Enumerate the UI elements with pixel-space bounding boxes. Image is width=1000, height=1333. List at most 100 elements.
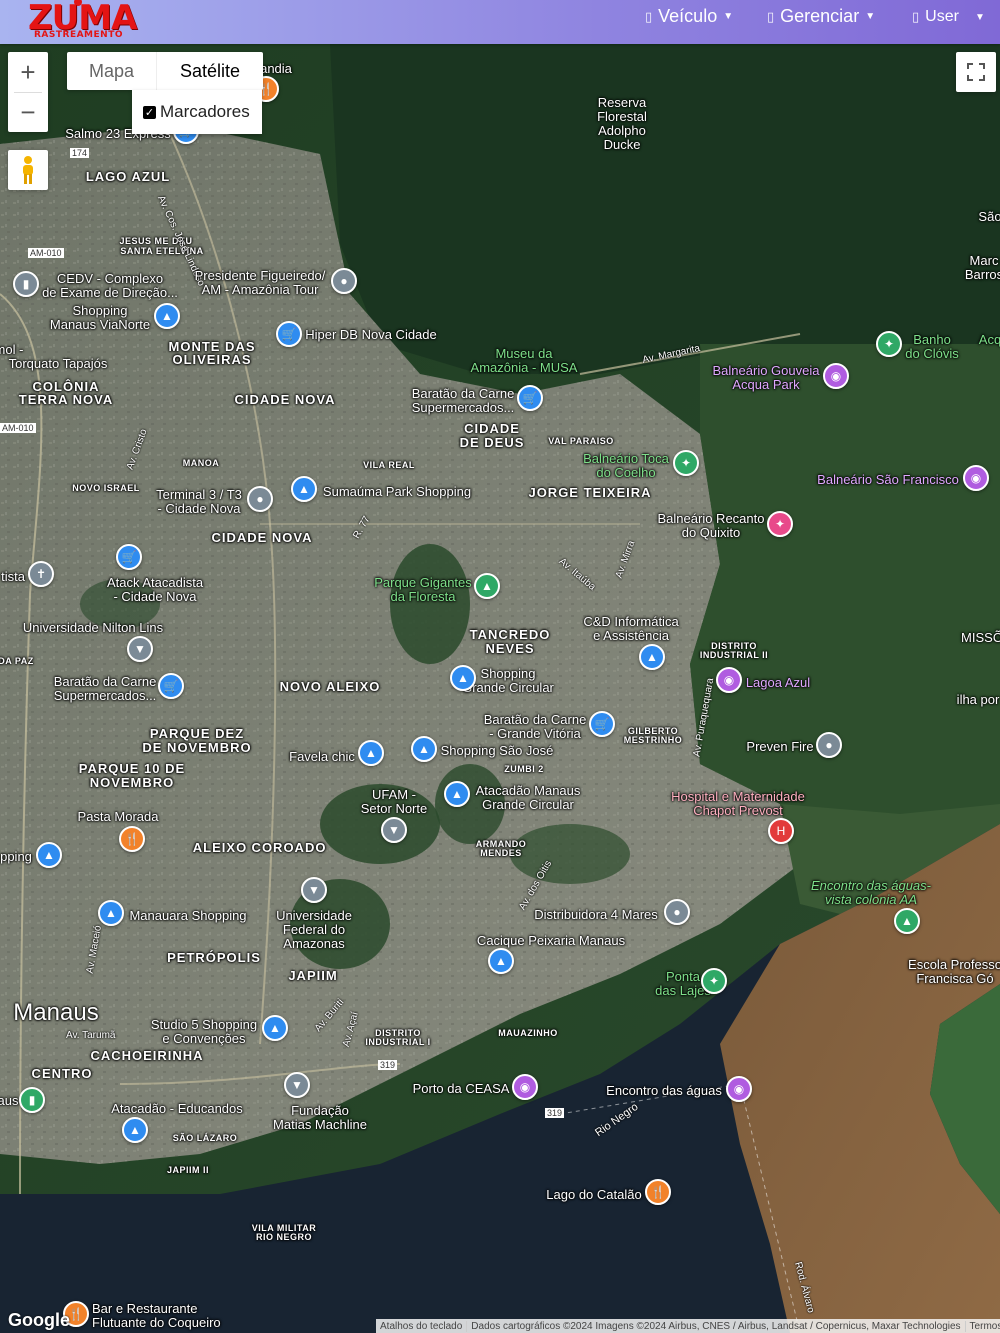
place-label: Baratão da Carne - Grande Vitória xyxy=(484,713,587,741)
attraction-marker-icon[interactable]: ◉ xyxy=(716,667,742,693)
markers-toggle[interactable]: ✓ Marcadores xyxy=(132,90,262,134)
leisure-marker-icon[interactable]: ✦ xyxy=(673,450,699,476)
area-label: NOVO ALEIXO xyxy=(279,679,381,694)
leisure-marker-icon[interactable]: ✦ xyxy=(767,511,793,537)
zoom-in-button[interactable]: + xyxy=(8,52,48,92)
cart-marker-icon[interactable]: 🛒 xyxy=(517,385,543,411)
area-label: LAGO AZUL xyxy=(85,169,171,184)
shopping-bag-marker-icon[interactable]: ▲ xyxy=(36,842,62,868)
leisure-marker-icon[interactable]: ✦ xyxy=(701,968,727,994)
shopping-bag-marker-icon[interactable]: ▲ xyxy=(98,900,124,926)
place-label: Hiper DB Nova Cidade xyxy=(305,327,437,342)
church-marker-icon[interactable]: ✝ xyxy=(28,561,54,587)
place-marker-icon[interactable]: ● xyxy=(664,899,690,925)
shopping-bag-marker-icon[interactable]: ▲ xyxy=(154,303,180,329)
satellite-map[interactable]: LAGO AZUL JESUS ME DEU SANTA ETELVINA MO… xyxy=(0,44,1000,1333)
attraction-marker-icon[interactable]: ◉ xyxy=(963,465,989,491)
place-line: Flutuante do Coqueiro xyxy=(92,1315,221,1330)
transit-marker-icon[interactable]: ● xyxy=(247,486,273,512)
place-line: do Quixito xyxy=(681,525,741,540)
place-marker-icon[interactable]: ● xyxy=(816,732,842,758)
terms-link[interactable]: Termos xyxy=(964,1320,1000,1332)
shopping-bag-marker-icon[interactable]: ▲ xyxy=(639,644,665,670)
school-marker-icon[interactable]: ▼ xyxy=(301,877,327,903)
cart-marker-icon[interactable]: 🛒 xyxy=(158,673,184,699)
place-marker-icon[interactable]: ● xyxy=(331,268,357,294)
school-marker-icon[interactable]: ▼ xyxy=(127,636,153,662)
camera-marker-icon[interactable]: ◉ xyxy=(512,1074,538,1100)
place-label: Shopping Manaus ViaNorte xyxy=(50,304,150,332)
chevron-down-icon: ▼ xyxy=(723,11,734,22)
place-label: Shopping Grande Circular xyxy=(462,667,554,695)
place-line: C&D Informática xyxy=(583,614,679,629)
markers-label: Marcadores xyxy=(160,102,250,121)
shopping-bag-marker-icon[interactable]: ▲ xyxy=(411,736,437,762)
school-marker-icon[interactable]: ▼ xyxy=(284,1072,310,1098)
hospital-marker-icon[interactable]: H xyxy=(768,818,794,844)
fullscreen-button[interactable] xyxy=(956,52,996,92)
shopping-bag-marker-icon[interactable]: ▲ xyxy=(358,740,384,766)
nav-user-label: User xyxy=(925,8,959,25)
map-type-map-button[interactable]: Mapa xyxy=(67,52,157,90)
place-label: Balneário Gouveia Acqua Park xyxy=(713,364,820,392)
place-label: Universidade Nilton Lins xyxy=(22,620,164,635)
keyboard-shortcuts-link[interactable]: Atalhos do teclado xyxy=(376,1321,466,1332)
nav-veiculo[interactable]: ▯ Veículo ▼ xyxy=(645,6,733,27)
road-shield: AM-010 xyxy=(28,248,64,258)
nav-gerenciar[interactable]: ▯ Gerenciar ▼ xyxy=(767,6,875,27)
place-line: Amazonas xyxy=(283,936,345,951)
place-line: Encontro das águas- xyxy=(811,878,931,893)
map-type-satellite-button[interactable]: Satélite xyxy=(157,52,263,90)
place-line: - Cidade Nova xyxy=(113,589,197,604)
zoom-divider xyxy=(14,92,42,93)
area-label: CIDADE NOVA xyxy=(211,530,313,545)
place-label: Studio 5 Shopping e Convenções xyxy=(151,1018,257,1046)
school-marker-icon[interactable]: ▼ xyxy=(381,817,407,843)
restaurant-marker-icon[interactable]: 🍴 xyxy=(119,826,145,852)
street-view-pegman-icon[interactable] xyxy=(8,150,48,190)
shopping-bag-marker-icon[interactable]: ▲ xyxy=(262,1015,288,1041)
shopping-bag-marker-icon[interactable]: ▲ xyxy=(488,948,514,974)
shopping-bag-marker-icon[interactable]: ▲ xyxy=(291,476,317,502)
cart-marker-icon[interactable]: 🛒 xyxy=(116,544,142,570)
user-icon: ▯ xyxy=(912,9,920,24)
attraction-marker-icon[interactable]: ◉ xyxy=(823,363,849,389)
place-line: Adolpho xyxy=(598,123,646,138)
place-label: Balneário São Francisco xyxy=(817,472,959,487)
park-marker-icon[interactable]: ▲ xyxy=(894,908,920,934)
nav-user[interactable]: ▯ User ▼ xyxy=(912,8,985,26)
shopping-bag-marker-icon[interactable]: ▲ xyxy=(122,1117,148,1143)
zoom-out-button[interactable]: − xyxy=(8,92,48,132)
cart-marker-icon[interactable]: 🛒 xyxy=(276,321,302,347)
restaurant-marker-icon[interactable]: 🍴 xyxy=(645,1179,671,1205)
place-line: Baratão da Carne xyxy=(411,386,515,401)
area-label: JAPIIM xyxy=(288,968,338,983)
place-line: Fundação xyxy=(291,1103,349,1118)
cart-marker-icon[interactable]: 🛒 xyxy=(589,711,615,737)
park-marker-icon[interactable]: ▲ xyxy=(474,573,500,599)
markers-checkbox[interactable]: ✓ xyxy=(143,105,156,119)
brand-logo[interactable]: ZUMA RASTREAMENTO xyxy=(24,0,137,44)
place-label: Bar e Restaurante Flutuante do Coqueiro xyxy=(92,1302,221,1330)
transit-marker-icon[interactable]: ▮ xyxy=(19,1087,45,1113)
shopping-bag-marker-icon[interactable]: ▲ xyxy=(444,781,470,807)
area-label: CENTRO xyxy=(31,1066,93,1081)
area-label: SÃO LÁZARO xyxy=(172,1133,238,1143)
place-line: Reserva xyxy=(597,95,647,110)
area-label: CACHOEIRINHA xyxy=(90,1048,204,1063)
shopping-bag-marker-icon[interactable]: ▲ xyxy=(450,665,476,691)
place-label: Atack Atacadista - Cidade Nova xyxy=(107,576,203,604)
place-line: Acqua Park xyxy=(732,377,800,392)
building-marker-icon[interactable]: ▮ xyxy=(13,271,39,297)
place-label: Cacique Peixaria Manaus xyxy=(476,933,626,948)
attribution-bar: Atalhos do teclado Dados cartográficos ©… xyxy=(376,1319,1000,1333)
place-label: Banho do Clóvis xyxy=(905,333,958,361)
map-data-attribution: Dados cartográficos ©2024 Imagens ©2024 … xyxy=(466,1320,964,1332)
area-label: INDUSTRIAL II xyxy=(699,650,769,660)
place-line: Florestal xyxy=(597,109,647,124)
camera-marker-icon[interactable]: ◉ xyxy=(726,1076,752,1102)
place-label: MISSÕ xyxy=(961,630,1000,645)
place-line: Marc xyxy=(969,253,999,268)
area-label: MAUAZINHO xyxy=(498,1028,558,1038)
leisure-marker-icon[interactable]: ✦ xyxy=(876,331,902,357)
